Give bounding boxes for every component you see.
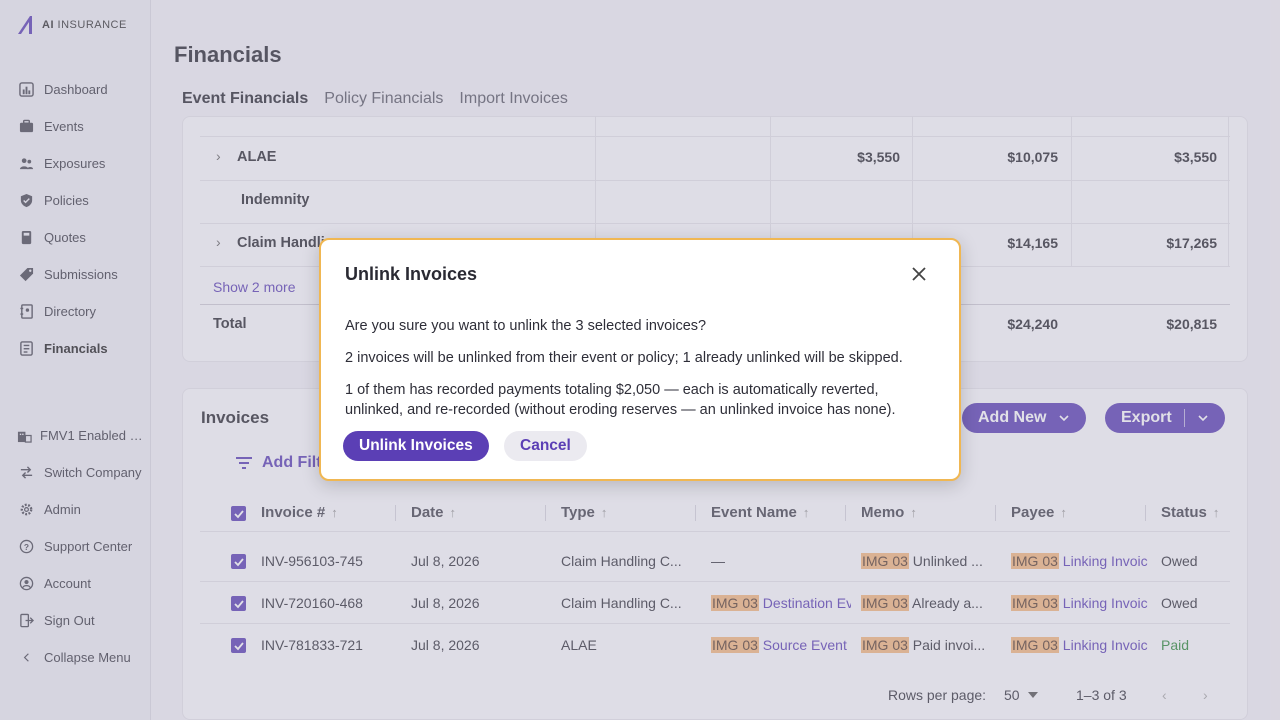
cancel-button[interactable]: Cancel (504, 431, 587, 461)
dialog-message: Are you sure you want to unlink the 3 se… (345, 318, 707, 334)
unlink-invoices-button[interactable]: Unlink Invoices (343, 431, 489, 461)
dialog-payments-note: 1 of them has recorded payments totaling… (345, 382, 896, 418)
unlink-invoices-dialog: Unlink Invoices Are you sure you want to… (319, 238, 961, 481)
close-icon[interactable] (909, 264, 929, 284)
dialog-title: Unlink Invoices (345, 264, 478, 284)
dialog-detail: 2 invoices will be unlinked from their e… (345, 350, 903, 366)
